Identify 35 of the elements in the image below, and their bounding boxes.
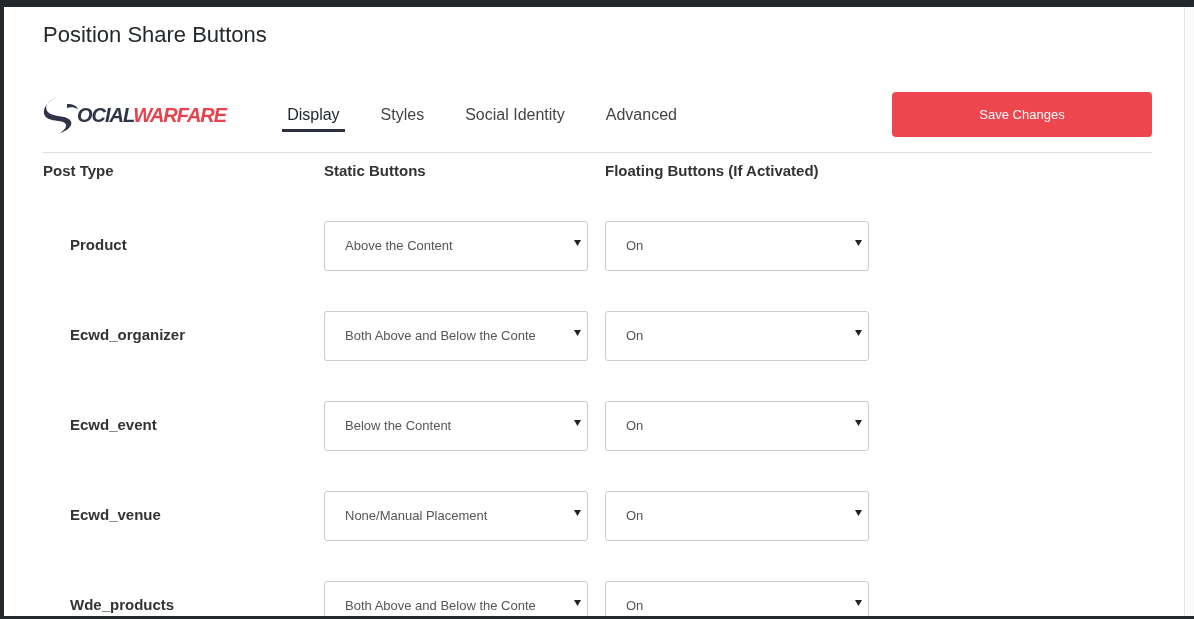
static-buttons-select[interactable]: Both Above and Below the Conte [324,311,588,361]
caret-icon [574,330,581,336]
column-header: Post Type [43,161,114,181]
caret-icon [855,330,862,336]
post-type-label: Ecwd_venue [70,505,161,525]
column-header: Floating Buttons (If Activated) [605,161,819,181]
caret-icon [574,420,581,426]
caret-icon [574,510,581,516]
static-buttons-select[interactable]: Above the Content [324,221,588,271]
post-type-label: Wde_products [70,595,175,615]
page-title: Position Share Buttons [43,21,267,49]
column-header: Static Buttons [324,161,426,181]
caret-icon [574,600,581,606]
floating-buttons-select[interactable]: On [605,311,869,361]
tab[interactable]: Advanced [600,103,682,132]
floating-buttons-select[interactable]: On [605,581,869,616]
tab[interactable]: Social Identity [460,103,570,132]
floating-buttons-select[interactable]: On [605,221,869,271]
caret-icon [855,420,862,426]
static-buttons-select[interactable]: None/Manual Placement [324,491,588,541]
caret-icon [574,240,581,246]
floating-buttons-select[interactable]: On [605,491,869,541]
tab[interactable]: Styles [375,103,430,132]
post-type-label: Product [70,235,127,255]
static-buttons-select[interactable]: Below the Content [324,401,588,451]
post-type-label: Ecwd_event [70,415,157,435]
caret-icon [855,600,862,606]
caret-icon [855,510,862,516]
logo-wordmark: OCIALWARFARE [77,102,227,127]
static-buttons-select[interactable]: Both Above and Below the Conte [324,581,588,616]
tab[interactable]: Display [282,103,345,132]
floating-buttons-select[interactable]: On [605,401,869,451]
post-type-label: Ecwd_organizer [70,325,186,345]
save-changes-button[interactable]: Save Changes [892,92,1152,137]
caret-icon [855,240,862,246]
